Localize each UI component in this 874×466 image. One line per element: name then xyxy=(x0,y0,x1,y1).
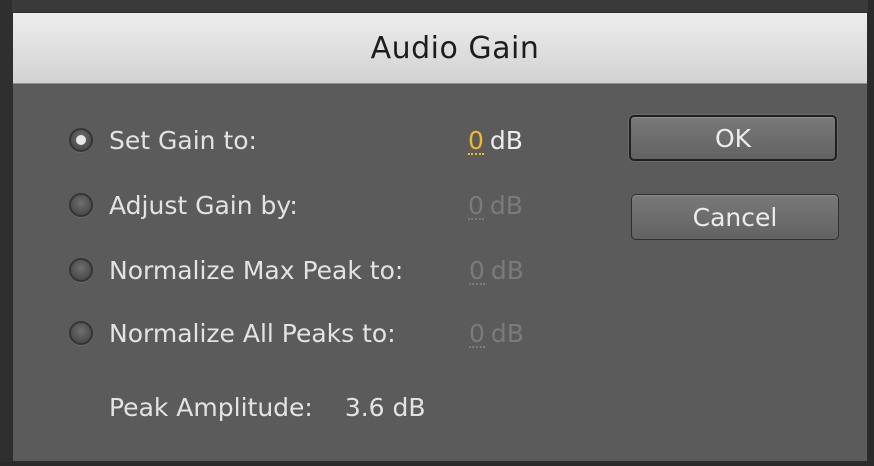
normalize-max-peak-label: Normalize Max Peak to: xyxy=(109,255,404,285)
cancel-button[interactable]: Cancel xyxy=(631,194,839,240)
normalize-max-peak-radio[interactable] xyxy=(69,258,93,282)
dialog-titlebar[interactable]: Audio Gain xyxy=(13,13,867,84)
normalize-all-peaks-radio[interactable] xyxy=(69,321,93,345)
option-adjust-gain[interactable]: Adjust Gain by: xyxy=(69,185,298,225)
normalize-all-peaks-number: 0 xyxy=(469,319,485,348)
option-normalize-all-peaks[interactable]: Normalize All Peaks to: xyxy=(69,313,396,353)
normalize-max-peak-value: 0 dB xyxy=(469,256,524,285)
peak-amplitude-value: 3.6 dB xyxy=(344,393,426,422)
normalize-all-peaks-label: Normalize All Peaks to: xyxy=(109,318,396,348)
set-gain-radio[interactable] xyxy=(69,128,93,152)
set-gain-unit: dB xyxy=(489,126,523,155)
option-normalize-max-peak[interactable]: Normalize Max Peak to: xyxy=(69,250,403,290)
app-background-left xyxy=(0,0,12,466)
adjust-gain-label: Adjust Gain by: xyxy=(109,190,298,220)
app-background-bottom xyxy=(0,462,874,466)
set-gain-value[interactable]: 0 dB xyxy=(468,126,523,155)
app-background-right xyxy=(868,0,874,466)
set-gain-number[interactable]: 0 xyxy=(468,128,484,155)
option-set-gain[interactable]: Set Gain to: xyxy=(69,120,257,160)
adjust-gain-unit: dB xyxy=(489,191,523,220)
normalize-all-peaks-unit: dB xyxy=(490,319,524,348)
normalize-max-peak-unit: dB xyxy=(490,256,524,285)
ok-button[interactable]: OK xyxy=(629,115,837,161)
adjust-gain-number: 0 xyxy=(468,191,484,220)
adjust-gain-radio[interactable] xyxy=(69,193,93,217)
adjust-gain-value: 0 dB xyxy=(468,191,523,220)
normalize-all-peaks-value: 0 dB xyxy=(469,319,524,348)
radio-selected-dot xyxy=(76,135,86,145)
peak-amplitude: Peak Amplitude: 3.6 dB xyxy=(109,393,426,422)
dialog-title: Audio Gain xyxy=(370,30,540,66)
audio-gain-dialog: Audio Gain Set Gain to: 0 dB Adjust Gain… xyxy=(12,12,868,462)
peak-amplitude-label: Peak Amplitude: xyxy=(109,393,313,422)
app-background xyxy=(0,0,874,12)
normalize-max-peak-number: 0 xyxy=(469,256,485,285)
set-gain-label: Set Gain to: xyxy=(109,125,257,155)
